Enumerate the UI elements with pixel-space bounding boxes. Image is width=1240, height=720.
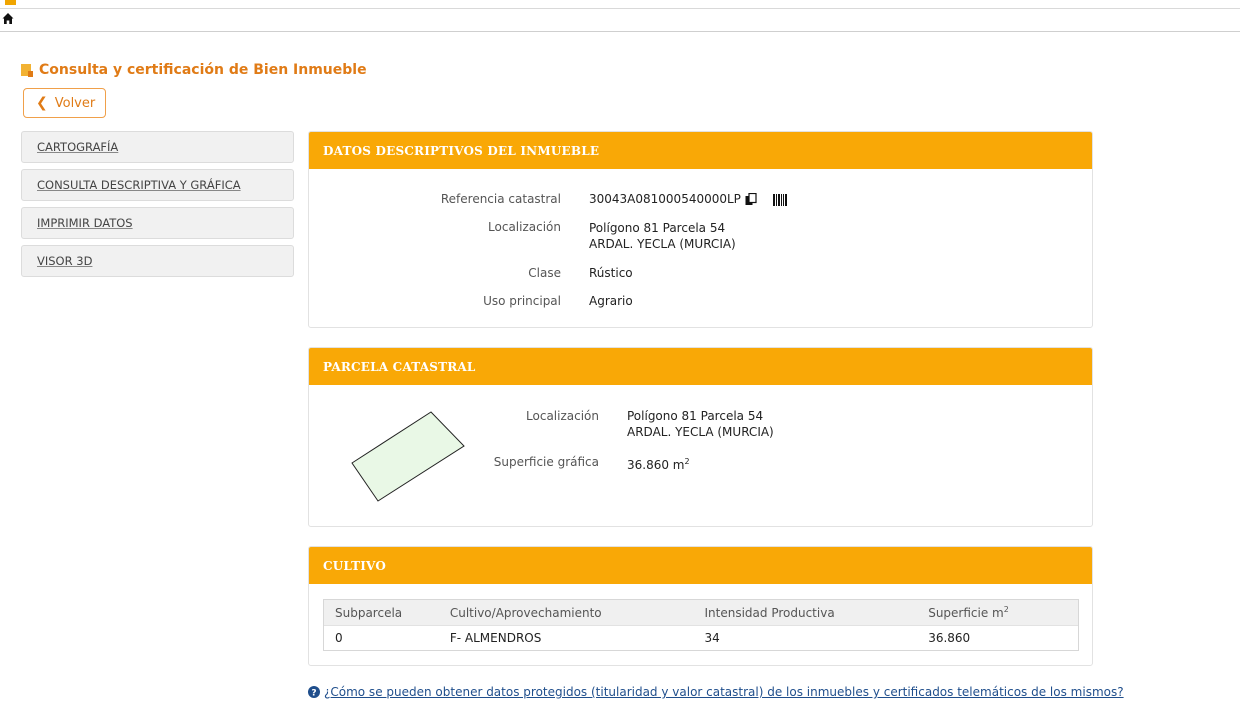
superficie-grafica-number: 36.860 m [627,458,685,472]
superficie-grafica-value: 36.860 m2 [627,454,690,473]
ref-catastral-text: 30043A081000540000LP [589,192,741,206]
clase-value: Rústico [589,266,633,280]
parcel-panel: PARCELA CATASTRAL Localización Polígono … [308,347,1093,527]
ref-catastral-value: 30043A081000540000LP [589,191,787,207]
parcel-localizacion-value: Polígono 81 Parcela 54 ARDAL. YECLA (MUR… [627,408,774,440]
table-cell: 34 [704,631,720,645]
unit-superscript: 2 [684,457,690,466]
brand-corner-mark [5,0,16,5]
sidebar-item-label: IMPRIMIR DATOS [37,216,133,230]
column-header: Superficie m [928,606,1004,620]
localizacion-line2: ARDAL. YECLA (MURCIA) [589,237,736,251]
home-icon[interactable] [2,12,14,26]
superficie-grafica-label: Superficie gráfica [493,455,599,469]
crop-table: Subparcela Cultivo/Aprovechamiento Inten… [323,599,1079,651]
panel-heading: PARCELA CATASTRAL [309,348,1092,385]
barcode-icon[interactable] [772,193,787,206]
localizacion-line1: Polígono 81 Parcela 54 [589,221,726,235]
sidebar-item-consulta[interactable]: CONSULTA DESCRIPTIVA Y GRÁFICA [21,169,294,201]
column-header-superficie: Superficie m2 [928,605,1078,620]
uso-principal-value: Agrario [589,294,633,308]
copy-icon[interactable] [745,193,757,206]
localizacion-label: Localización [488,220,561,234]
panel-heading: CULTIVO [309,547,1092,584]
column-header: Subparcela [335,605,403,620]
parcel-localizacion-line2: ARDAL. YECLA (MURCIA) [627,425,774,439]
svg-text:?: ? [311,688,316,698]
sidebar-item-visor-3d[interactable]: VISOR 3D [21,245,294,277]
sidebar-item-cartografia[interactable]: CARTOGRAFÍA [21,131,294,163]
parcel-shape[interactable] [347,406,467,506]
unit-superscript: 2 [1003,605,1009,614]
sidebar-item-label: CONSULTA DESCRIPTIVA Y GRÁFICA [37,178,241,192]
sidebar-item-label: CARTOGRAFÍA [37,140,119,154]
sidebar: CARTOGRAFÍA CONSULTA DESCRIPTIVA Y GRÁFI… [21,131,294,283]
clase-label: Clase [528,266,561,280]
help-link[interactable]: ? ¿Cómo se pueden obtener datos protegid… [308,685,1124,699]
panel-heading: DATOS DESCRIPTIVOS DEL INMUEBLE [309,132,1092,169]
table-row: 0 F- ALMENDROS 34 36.860 [324,625,1078,650]
document-icon [21,63,33,77]
sidebar-item-imprimir[interactable]: IMPRIMIR DATOS [21,207,294,239]
back-button-label: Volver [54,95,96,111]
help-link-text[interactable]: ¿Cómo se pueden obtener datos protegidos… [324,685,1124,699]
localizacion-value: Polígono 81 Parcela 54 ARDAL. YECLA (MUR… [589,220,736,252]
column-header: Cultivo/Aprovechamiento [449,605,602,620]
crop-panel: CULTIVO Subparcela Cultivo/Aprovechamien… [308,546,1093,666]
table-cell: 0 [335,631,343,645]
table-header-row: Subparcela Cultivo/Aprovechamiento Inten… [324,600,1078,625]
question-circle-icon: ? [308,686,320,698]
parcel-localizacion-line1: Polígono 81 Parcela 54 [627,409,764,423]
table-cell: 36.860 [928,631,971,645]
breadcrumb-bar [0,9,1240,32]
parcel-localizacion-label: Localización [526,409,599,423]
page-title: Consulta y certificación de Bien Inmuebl… [21,60,367,80]
ref-catastral-label: Referencia catastral [440,192,561,206]
descriptive-data-panel: DATOS DESCRIPTIVOS DEL INMUEBLE Referenc… [308,131,1093,328]
uso-principal-label: Uso principal [483,294,561,308]
back-button[interactable]: ❮ Volver [23,88,106,118]
sidebar-item-label: VISOR 3D [37,254,93,268]
column-header: Intensidad Productiva [704,605,835,620]
page-title-text: Consulta y certificación de Bien Inmuebl… [39,62,367,78]
chevron-left-icon: ❮ [36,95,48,111]
top-strip [0,0,1240,9]
table-cell: F- ALMENDROS [449,631,542,645]
